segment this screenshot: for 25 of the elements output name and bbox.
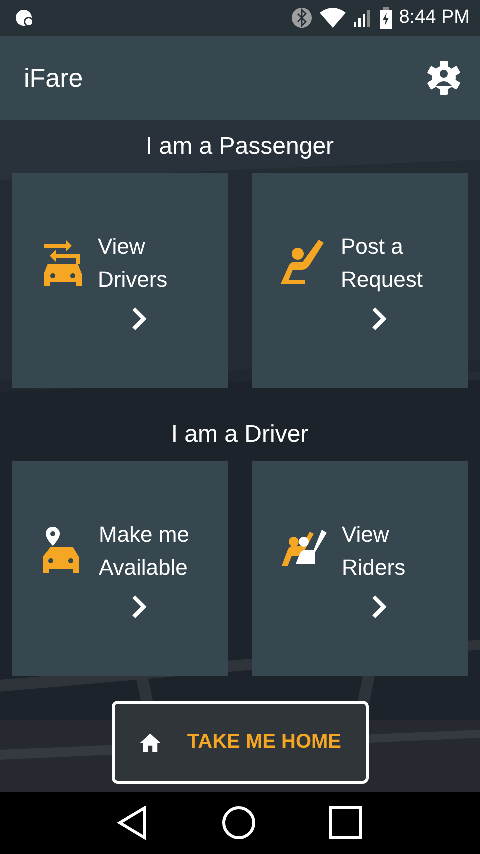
section-heading: I am a Passenger xyxy=(146,132,334,162)
menu-card[interactable]: View Drivers xyxy=(12,173,228,388)
card-label: Post a Request xyxy=(341,232,424,294)
status-time: 8:44 PM xyxy=(399,7,470,29)
chevron-right-icon xyxy=(131,594,149,620)
chevron-right-icon xyxy=(371,306,389,332)
battery-icon xyxy=(379,6,394,30)
menu-card[interactable]: Post a Request xyxy=(252,173,468,388)
section-heading: I am a Driver xyxy=(171,420,309,450)
take-me-home-button[interactable]: TAKE ME HOME xyxy=(112,701,368,784)
car-arrows-icon xyxy=(42,238,84,288)
bluetooth-icon xyxy=(291,7,314,29)
menu-card[interactable]: View Riders xyxy=(252,461,468,676)
app-title: iFare xyxy=(24,62,84,94)
settings-icon[interactable] xyxy=(426,60,462,96)
recents-icon[interactable] xyxy=(329,806,364,840)
chevron-right-icon xyxy=(131,306,149,332)
wifi-icon xyxy=(319,7,348,29)
card-label: View Riders xyxy=(342,520,407,582)
chevron-right-icon xyxy=(371,594,389,620)
menu-card[interactable]: Make me Available xyxy=(12,461,228,676)
home-nav-icon[interactable] xyxy=(222,806,256,840)
card-label: Make me Available xyxy=(99,520,190,582)
card-label: View Drivers xyxy=(98,232,169,294)
back-icon[interactable] xyxy=(116,806,149,840)
